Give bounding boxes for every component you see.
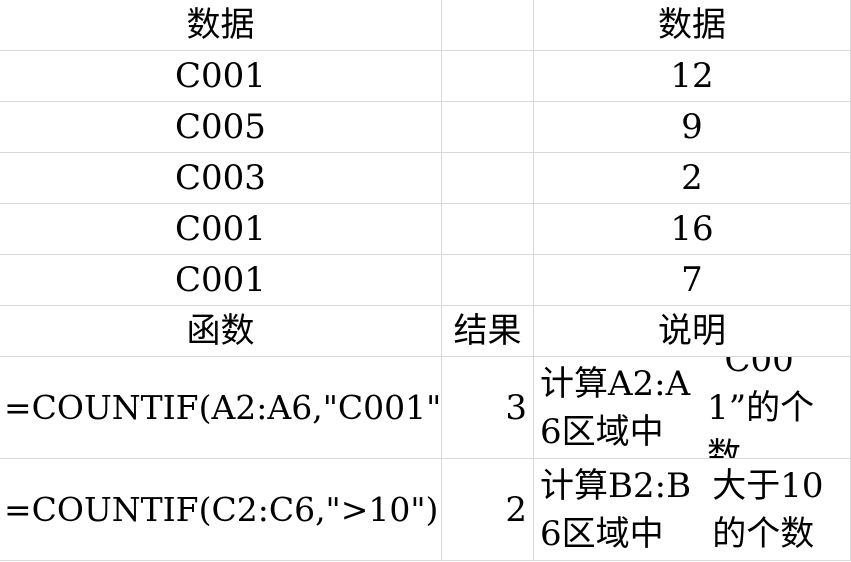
data-cell-a[interactable]: C001 — [0, 204, 442, 255]
data-cell-c[interactable]: 16 — [534, 204, 851, 255]
data-cell-b[interactable] — [442, 102, 534, 153]
function-label-cell[interactable]: 函数 — [0, 306, 442, 357]
data-cell-c[interactable]: 7 — [534, 255, 851, 306]
description-line: 大于10的个数 — [712, 465, 824, 554]
description-cell[interactable]: 计算A2:A6区域中 “C001”的个数 — [534, 357, 851, 459]
data-cell-b[interactable] — [442, 204, 534, 255]
formula-cell[interactable]: =COUNTIF(C2:C6,">10") — [0, 459, 442, 561]
data-cell-c[interactable]: 9 — [534, 102, 851, 153]
data-cell-c[interactable]: 12 — [534, 51, 851, 102]
description-line: 计算B2:B6区域中 — [540, 465, 692, 554]
header-cell-b[interactable] — [442, 0, 534, 51]
description-label-cell[interactable]: 说明 — [534, 306, 851, 357]
data-cell-b[interactable] — [442, 51, 534, 102]
data-cell-a[interactable]: C003 — [0, 153, 442, 204]
header-cell-a[interactable]: 数据 — [0, 0, 442, 51]
description-cell[interactable]: 计算B2:B6区域中 大于10的个数 — [534, 459, 851, 561]
result-cell[interactable]: 3 — [442, 357, 534, 459]
data-cell-a[interactable]: C005 — [0, 102, 442, 153]
data-cell-b[interactable] — [442, 255, 534, 306]
result-label-cell[interactable]: 结果 — [442, 306, 534, 357]
data-cell-a[interactable]: C001 — [0, 51, 442, 102]
data-cell-c[interactable]: 2 — [534, 153, 851, 204]
data-cell-b[interactable] — [442, 153, 534, 204]
description-line: 计算A2:A6区域中 — [540, 363, 691, 452]
spreadsheet-grid: 数据 数据 C001 12 C005 9 C003 2 C001 16 C001… — [0, 0, 851, 562]
description-line: “C001”的个数 — [707, 357, 815, 459]
data-cell-a[interactable]: C001 — [0, 255, 442, 306]
result-cell[interactable]: 2 — [442, 459, 534, 561]
formula-cell[interactable]: =COUNTIF(A2:A6,"C001") — [0, 357, 442, 459]
header-cell-c[interactable]: 数据 — [534, 0, 851, 51]
